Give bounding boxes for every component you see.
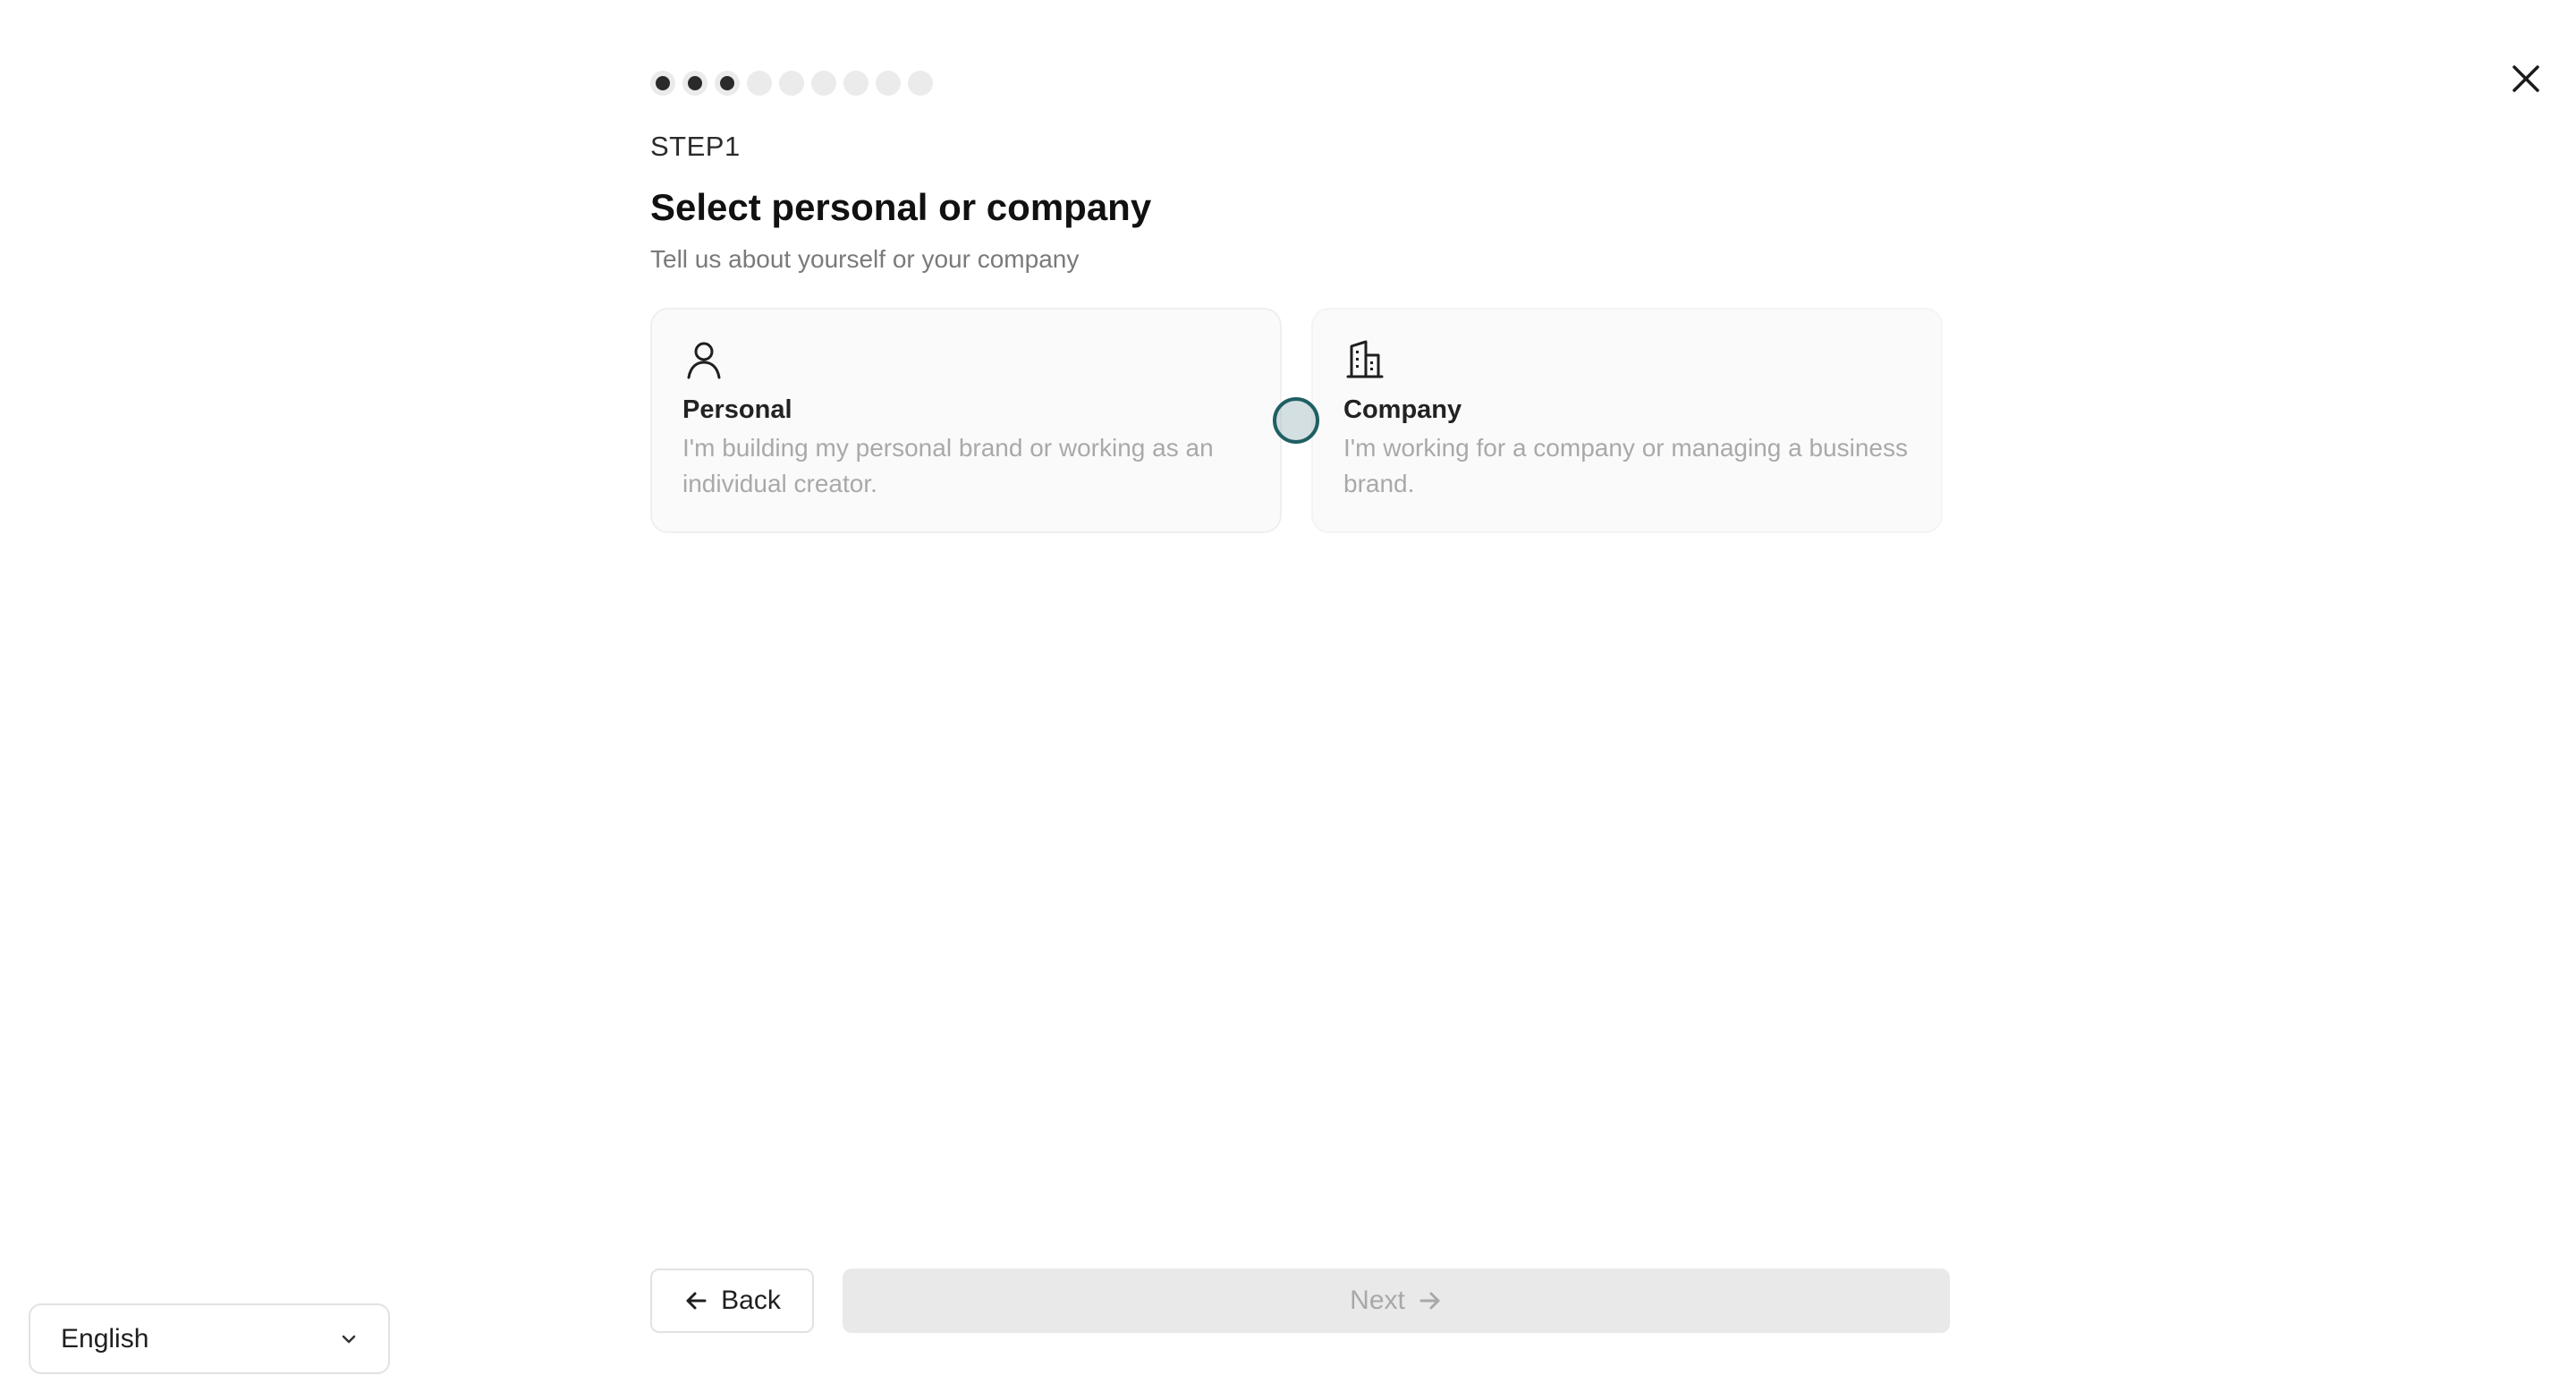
back-button-label: Back bbox=[721, 1286, 781, 1315]
progress-dot-9 bbox=[908, 71, 933, 96]
next-button-label: Next bbox=[1350, 1286, 1405, 1315]
progress-dot-8 bbox=[876, 71, 901, 96]
progress-dot-2 bbox=[682, 71, 708, 96]
option-title-company: Company bbox=[1343, 395, 1462, 424]
building-icon bbox=[1346, 340, 1384, 378]
option-description-personal: I'm building my personal brand or workin… bbox=[682, 434, 1214, 497]
progress-dot-6 bbox=[811, 71, 836, 96]
language-select[interactable]: English bbox=[29, 1303, 390, 1374]
progress-dot-3 bbox=[715, 71, 740, 96]
option-card-personal[interactable]: Personal I'm building my personal brand … bbox=[650, 308, 1282, 533]
user-icon bbox=[687, 342, 721, 379]
progress-dot-7 bbox=[843, 71, 869, 96]
arrow-right-icon bbox=[1419, 1292, 1440, 1310]
arrow-left-icon bbox=[686, 1292, 707, 1310]
option-description-company: I'm working for a company or managing a … bbox=[1343, 434, 1908, 497]
next-button[interactable]: Next bbox=[843, 1269, 1950, 1333]
close-icon bbox=[2512, 65, 2539, 92]
step-progress bbox=[650, 71, 933, 96]
progress-dot-5 bbox=[779, 71, 804, 96]
page-subtitle: Tell us about yourself or your company bbox=[650, 245, 1080, 273]
pointer-indicator bbox=[1273, 397, 1319, 444]
page-title: Select personal or company bbox=[650, 186, 1152, 228]
onboarding-page: STEP1 Select personal or company Tell us… bbox=[0, 0, 2576, 1392]
step-label: STEP1 bbox=[650, 131, 741, 162]
chevron-down-icon bbox=[342, 1335, 356, 1343]
progress-dot-4 bbox=[747, 71, 772, 96]
back-button[interactable]: Back bbox=[650, 1269, 814, 1333]
close-button[interactable] bbox=[2504, 57, 2547, 100]
progress-dot-1 bbox=[650, 71, 675, 96]
option-card-company[interactable]: Company I'm working for a company or man… bbox=[1311, 308, 1943, 533]
language-select-value: English bbox=[61, 1323, 149, 1354]
option-title-personal: Personal bbox=[682, 395, 792, 424]
